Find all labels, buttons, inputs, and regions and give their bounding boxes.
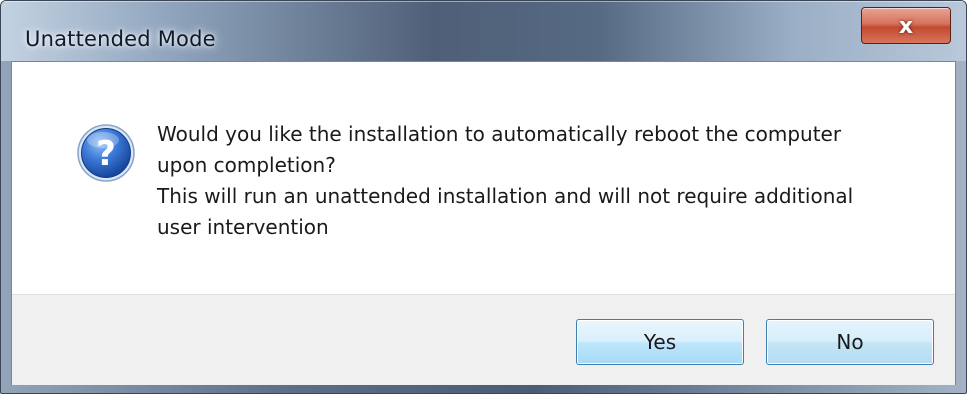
window-title: Unattended Mode	[25, 27, 216, 51]
button-bar: Yes No	[12, 294, 955, 385]
yes-button[interactable]: Yes	[576, 319, 744, 365]
close-button[interactable]: x	[861, 7, 951, 44]
dialog-message: Would you like the installation to autom…	[157, 119, 927, 243]
title-bar[interactable]: Unattended Mode x	[1, 1, 966, 61]
message-line: upon completion?	[157, 153, 336, 177]
message-line: Would you like the installation to autom…	[157, 122, 842, 146]
message-line: user intervention	[157, 215, 329, 239]
message-line: This will run an unattended installation…	[157, 184, 854, 208]
question-icon: ?	[77, 124, 135, 182]
dialog-content: ? Would you like the installation to aut…	[11, 61, 956, 385]
question-glyph: ?	[96, 134, 116, 174]
no-button[interactable]: No	[766, 319, 934, 365]
close-icon: x	[898, 13, 914, 39]
dialog-window: Unattended Mode x ? Would you like the i…	[0, 0, 967, 394]
